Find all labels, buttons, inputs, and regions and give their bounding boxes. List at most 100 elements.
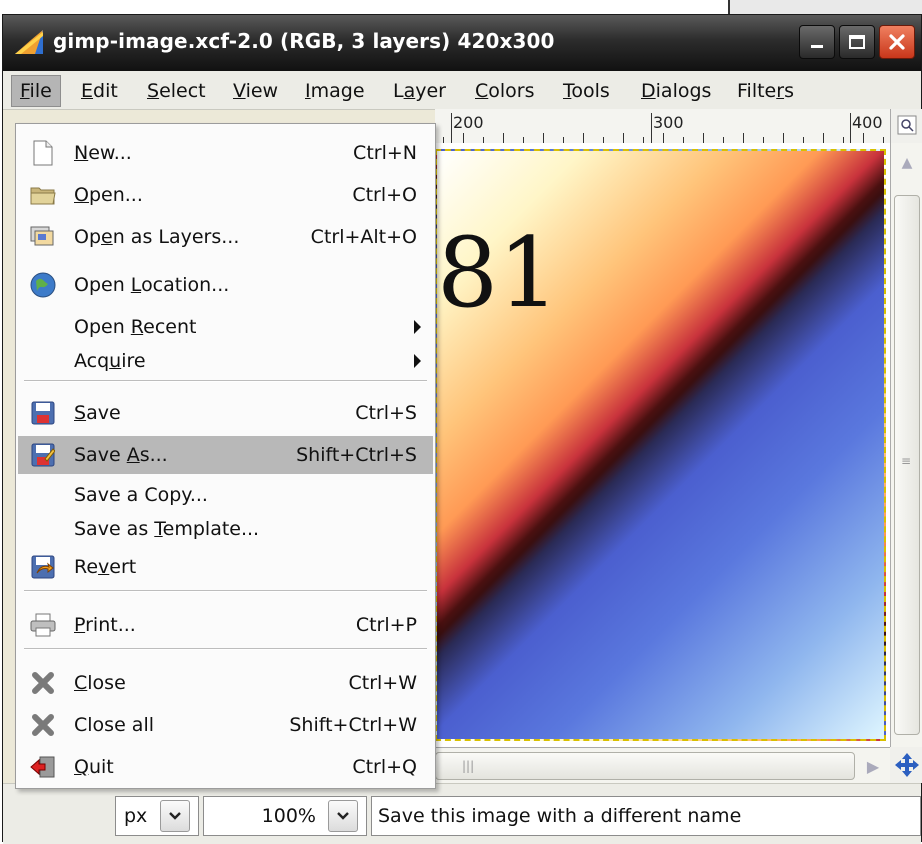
unit-combo[interactable]: px (115, 796, 199, 836)
ruler-tick (543, 133, 544, 143)
navigate-button[interactable] (890, 747, 922, 783)
file-menu-item[interactable]: Save as Template... (18, 510, 433, 548)
ruler-tick (703, 133, 704, 143)
menu-colors[interactable]: Colors (467, 77, 543, 105)
file-menu-item-label: Print... (74, 614, 136, 636)
file-menu-item-label: Acquire (74, 350, 146, 372)
menu-layer[interactable]: Layer (385, 77, 454, 105)
globe-icon (30, 272, 56, 298)
file-menu-item-label: Revert (74, 556, 137, 578)
ruler-tick (463, 133, 464, 143)
file-menu-item[interactable]: Save Ctrl+S (18, 394, 433, 432)
file-menu-item-shortcut: Ctrl+S (355, 402, 417, 424)
menu-separator (24, 380, 427, 382)
file-menu-item[interactable]: Open Recent (18, 308, 433, 346)
zoom-dropdown-button[interactable] (328, 800, 358, 832)
file-menu-item[interactable]: Open as Layers... Ctrl+Alt+O (18, 218, 433, 256)
menu-select[interactable]: Select (139, 77, 214, 105)
canvas-area[interactable]: 81 (435, 143, 890, 747)
zoom-corner-button[interactable] (890, 109, 922, 143)
file-menu-item-label: Open... (74, 184, 143, 206)
status-message: Save this image with a different name (378, 805, 742, 827)
menu-file[interactable]: File (11, 75, 61, 107)
chevron-down-icon (337, 812, 349, 820)
maximize-icon (849, 35, 865, 49)
file-menu-item-shortcut: Ctrl+P (355, 614, 417, 636)
chevron-down-icon (169, 812, 181, 820)
file-menu-item-shortcut: Ctrl+O (352, 184, 417, 206)
close-icon (889, 34, 905, 50)
file-menu-item-label: Save As... (74, 444, 168, 466)
ruler-tick (583, 133, 584, 143)
grip-icon: ≡ (901, 454, 912, 468)
file-menu-item-label: Save as Template... (74, 518, 260, 540)
file-menu-item[interactable]: Revert (18, 548, 433, 586)
file-menu-item[interactable]: Quit Ctrl+Q (18, 748, 433, 786)
file-menu-item[interactable]: New... Ctrl+N (18, 134, 433, 172)
unit-dropdown-button[interactable] (160, 800, 190, 832)
file-menu-item-shortcut: Ctrl+Q (352, 756, 417, 778)
file-menu-item[interactable]: Open Location... (18, 266, 433, 304)
scroll-up-icon[interactable]: ▲ (895, 149, 919, 177)
file-menu-item-label: Save (74, 402, 121, 424)
open-as-layers-icon (30, 224, 56, 250)
horizontal-ruler[interactable]: 200 300 400 (435, 109, 890, 144)
submenu-arrow-icon (414, 320, 421, 334)
new-document-icon (30, 140, 56, 166)
file-menu-item-label: Open as Layers... (74, 226, 240, 248)
grip-icon: ||| (462, 759, 475, 773)
vertical-scrollbar[interactable]: ▲ ≡ ▼ (890, 143, 922, 760)
ruler-tick (823, 133, 824, 143)
ruler-label: 200 (453, 113, 484, 132)
vertical-scroll-thumb[interactable]: ≡ (894, 195, 920, 735)
ruler-tick (623, 133, 624, 143)
file-menu-item[interactable]: Save a Copy... (18, 476, 433, 514)
save-icon (30, 400, 56, 426)
file-menu-item-label: Close all (74, 714, 154, 736)
minimize-button[interactable] (799, 25, 835, 59)
unit-value: px (124, 805, 148, 827)
title-bar[interactable]: gimp-image.xcf-2.0 (RGB, 3 layers) 420x3… (3, 15, 921, 71)
file-menu-item[interactable]: Open... Ctrl+O (18, 176, 433, 214)
close-x-icon (30, 670, 56, 696)
horizontal-scroll-thumb[interactable]: ||| (435, 752, 855, 780)
menu-tools[interactable]: Tools (555, 77, 618, 105)
file-menu-item-label: Save a Copy... (74, 484, 208, 506)
save-as-icon (30, 442, 56, 468)
navigate-move-icon (894, 753, 919, 777)
maximize-button[interactable] (839, 25, 875, 59)
menu-dialogs[interactable]: Dialogs (633, 77, 719, 105)
file-menu-item[interactable]: Acquire (18, 342, 433, 380)
quit-icon (30, 754, 56, 780)
file-menu-item-label: Open Location... (74, 274, 230, 296)
ruler-tick (503, 133, 504, 143)
menu-filters[interactable]: Filters (729, 77, 802, 105)
file-menu-item-shortcut: Ctrl+W (348, 672, 417, 694)
ruler-tick (863, 133, 864, 143)
ruler-tick (663, 133, 664, 143)
ruler-major-tick (651, 113, 652, 143)
scroll-right-icon[interactable]: ▶ (859, 752, 887, 780)
file-menu-item-label: New... (74, 142, 132, 164)
file-menu-item-shortcut: Shift+Ctrl+S (296, 444, 417, 466)
zoom-value: 100% (261, 805, 316, 827)
gimp-app-icon (15, 30, 43, 54)
zoom-combo[interactable]: 100% (203, 796, 367, 836)
menu-view[interactable]: View (225, 77, 286, 105)
canvas-text-layer: 81 (437, 217, 560, 329)
file-menu-item[interactable]: Close Ctrl+W (18, 664, 433, 702)
file-menu-item[interactable]: Print... Ctrl+P (18, 606, 433, 644)
ruler-tick (783, 133, 784, 143)
revert-icon (30, 554, 56, 580)
file-menu-item-shortcut: Ctrl+Alt+O (310, 226, 417, 248)
image-canvas[interactable]: 81 (435, 149, 886, 741)
menu-bar: File Edit Select View Image Layer Colors… (3, 71, 921, 110)
file-menu-item[interactable]: Close all Shift+Ctrl+W (18, 706, 433, 744)
horizontal-scrollbar[interactable]: ||| ▶ (435, 747, 890, 784)
file-menu-item[interactable]: Save As... Shift+Ctrl+S (18, 436, 433, 474)
file-menu-item-label: Close (74, 672, 126, 694)
menu-edit[interactable]: Edit (73, 77, 126, 105)
menu-image[interactable]: Image (297, 77, 373, 105)
window-title: gimp-image.xcf-2.0 (RGB, 3 layers) 420x3… (53, 29, 555, 53)
close-window-button[interactable] (879, 25, 915, 59)
